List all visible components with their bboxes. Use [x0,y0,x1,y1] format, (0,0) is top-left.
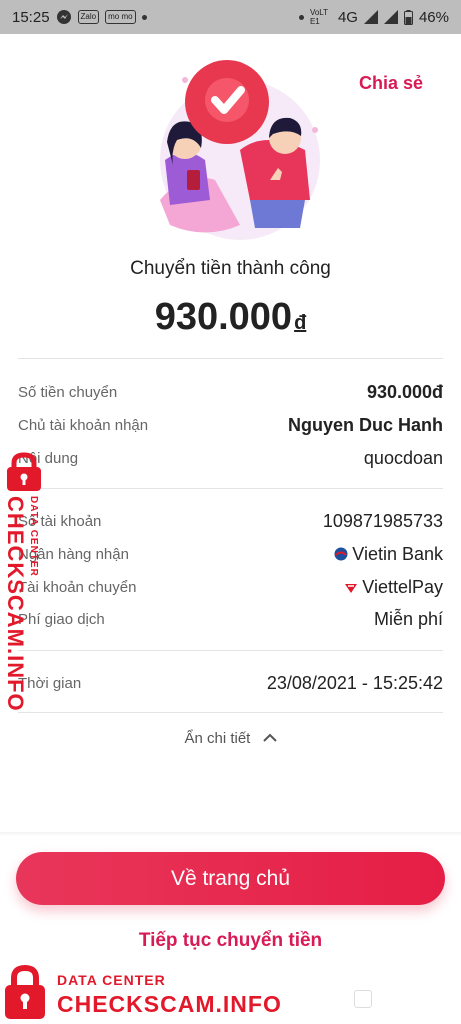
detail-value: Vietin Bank [334,544,443,565]
continue-transfer-button[interactable]: Tiếp tục chuyển tiền [0,930,461,952]
transfer-amount: 930.000 đ [0,296,461,339]
success-illustration [160,60,320,240]
watermark-text: CHECKSCAM.INFO [3,496,28,712]
detail-label: Chủ tài khoản nhận [18,416,149,434]
signal-icon [383,10,398,24]
success-title: Chuyển tiền thành công [130,258,331,279]
divider [18,488,443,489]
detail-row-account-number: Số tài khoản 109871985733 [18,508,443,534]
hide-details-label: Ẩn chi tiết [184,730,251,747]
network-type: 4G [337,8,358,26]
detail-label: Số tiền chuyển [18,383,118,401]
detail-row-fee: Phí giao dịch Miễn phí [18,606,443,632]
watermark-subtext: DATA CENTER [28,496,39,577]
battery-level: 46% [418,8,449,26]
vietinbank-logo-icon [334,547,348,561]
signal-icon [363,10,378,24]
checkbox[interactable] [354,990,372,1008]
volte-indicator: VoLTE1 [309,8,329,26]
detail-row-content: Nội dung quocdoan [18,445,443,471]
detail-value: ViettelPay [344,577,443,598]
bottom-panel-separator [0,832,461,836]
bank-name: Vietin Bank [352,543,443,564]
share-button[interactable]: Chia sẻ [359,73,423,94]
status-bar: 15:25 Zalo mo mo VoLTE1 4G 46% [0,0,461,34]
notification-dot-icon [298,14,304,20]
wallet-name: ViettelPay [362,576,443,597]
divider [18,712,443,713]
clock: 15:25 [12,8,50,26]
detail-row-receiver: Chủ tài khoản nhận Nguyen Duc Hanh [18,412,443,438]
detail-value: 23/08/2021 - 15:25:42 [266,672,443,693]
notification-dot-icon [141,14,147,20]
detail-row-bank: Ngân hàng nhận Vietin Bank [18,541,443,567]
home-button[interactable]: Về trang chủ [16,852,445,905]
detail-value: Miễn phí [373,608,443,629]
chevron-up-icon [262,733,277,742]
zalo-icon: Zalo [77,10,100,24]
detail-value: Nguyen Duc Hanh [287,414,443,435]
watermark-side: CHECKSCAM.INFO DATA CENTER [2,452,50,712]
viettelpay-logo-icon [345,584,358,593]
battery-icon [403,9,413,25]
hide-details-toggle[interactable]: Ẩn chi tiết [0,730,461,747]
currency-symbol: đ [294,312,307,334]
detail-value: 930.000đ [366,381,443,402]
detail-row-time: Thời gian 23/08/2021 - 15:25:42 [18,670,443,696]
watermark-bottom: DATA CENTER CHECKSCAM.INFO [0,962,290,1022]
detail-value: 109871985733 [322,510,443,531]
messenger-icon [56,10,71,24]
lock-icon [7,452,41,491]
lock-icon [5,964,45,1019]
watermark-text: CHECKSCAM.INFO [57,991,282,1017]
watermark-subtext: DATA CENTER [57,972,166,988]
detail-row-amount: Số tiền chuyển 930.000đ [18,379,443,405]
detail-value: quocdoan [363,447,443,468]
divider [18,358,443,359]
detail-row-source-account: Tài khoản chuyển ViettelPay [18,574,443,600]
amount-value: 930.000 [154,296,293,338]
momo-icon: mo mo [105,10,136,24]
divider [18,650,443,651]
